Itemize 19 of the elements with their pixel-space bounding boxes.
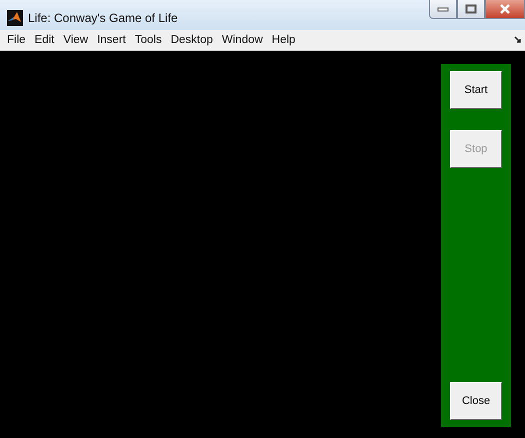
panel-button[interactable]: Close bbox=[450, 382, 502, 420]
menu-item[interactable]: Insert bbox=[97, 34, 126, 46]
close-button[interactable] bbox=[485, 0, 525, 19]
menu-item[interactable]: Edit bbox=[34, 34, 54, 46]
menu-item[interactable]: Desktop bbox=[170, 34, 213, 46]
maximize-icon bbox=[465, 4, 477, 14]
panel-button[interactable]: Start bbox=[450, 71, 502, 109]
dock-arrow-icon[interactable] bbox=[514, 36, 522, 44]
app-logo-icon bbox=[7, 10, 23, 26]
minimize-button[interactable] bbox=[429, 0, 457, 19]
menu-item[interactable]: File bbox=[7, 34, 26, 46]
maximize-button[interactable] bbox=[457, 0, 485, 19]
menu-item[interactable]: Tools bbox=[134, 34, 162, 46]
window-title: Life: Conway's Game of Life bbox=[28, 10, 178, 24]
menu-item[interactable]: Help bbox=[272, 34, 296, 46]
close-icon bbox=[499, 4, 511, 14]
menu-item[interactable]: View bbox=[63, 34, 88, 46]
minimize-icon bbox=[437, 6, 449, 12]
menu-item[interactable]: Window bbox=[222, 34, 263, 46]
